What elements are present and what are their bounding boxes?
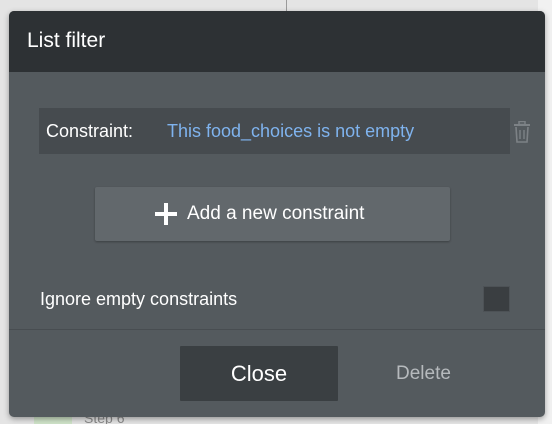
constraint-label: Constraint: bbox=[46, 121, 134, 141]
close-button[interactable]: Close bbox=[180, 346, 338, 401]
dialog-header: List filter bbox=[9, 11, 545, 72]
footer-divider bbox=[9, 329, 545, 330]
delete-button[interactable]: Delete bbox=[396, 363, 451, 385]
plus-icon bbox=[155, 203, 177, 225]
list-filter-dialog: List filter Constraint: This food_choice… bbox=[9, 11, 545, 417]
close-button-label: Close bbox=[230, 361, 288, 386]
constraint-row: Constraint: This food_choices is not emp… bbox=[39, 108, 510, 154]
ignore-empty-constraints-label: Ignore empty constraints bbox=[40, 289, 238, 309]
trash-icon[interactable] bbox=[512, 121, 532, 143]
add-constraint-label: Add a new constraint bbox=[187, 203, 365, 224]
dialog-title: List filter bbox=[27, 29, 106, 52]
constraint-expression[interactable]: This food_choices is not empty bbox=[167, 121, 414, 141]
ignore-empty-constraints-checkbox[interactable] bbox=[483, 286, 510, 312]
add-constraint-button[interactable]: Add a new constraint bbox=[95, 187, 450, 241]
